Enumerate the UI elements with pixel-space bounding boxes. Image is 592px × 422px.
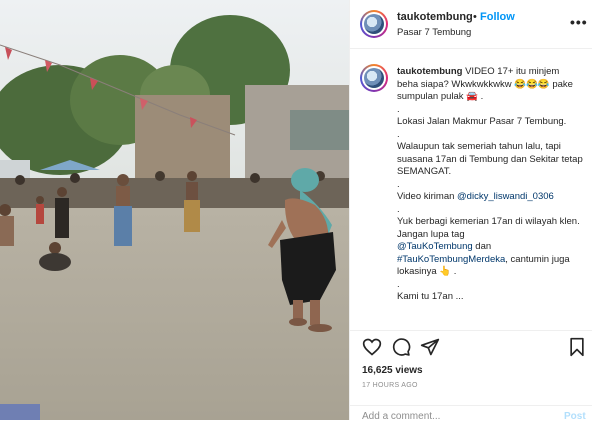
caption-dot: . bbox=[397, 178, 400, 190]
post-video[interactable] bbox=[0, 0, 349, 420]
caption-text: taukotembung VIDEO 17+ itu minjem beha s… bbox=[397, 66, 583, 304]
post-actions: 16,625 views 17 HOURS AGO Add a comment.… bbox=[350, 330, 592, 422]
hashtag-link[interactable]: #TauKoTembungMerdeka bbox=[397, 254, 505, 265]
caption-dot: . bbox=[397, 278, 400, 290]
share-icon[interactable] bbox=[420, 337, 440, 357]
caption-dot: . bbox=[397, 128, 400, 140]
post-comment-button[interactable]: Post bbox=[564, 411, 586, 422]
comment-input[interactable]: Add a comment... bbox=[362, 411, 440, 422]
header-username[interactable]: taukotembung bbox=[397, 11, 473, 23]
bookmark-icon[interactable] bbox=[567, 337, 587, 357]
caption-username[interactable]: taukotembung bbox=[397, 66, 462, 77]
caption-line-4: Video kiriman bbox=[397, 191, 458, 202]
heart-icon[interactable] bbox=[362, 337, 382, 357]
caption-dot: . bbox=[397, 203, 400, 215]
mention-link[interactable]: @dicky_liswandi_0306 bbox=[457, 191, 554, 202]
comment-bar: Add a comment... Post bbox=[350, 405, 592, 422]
view-count[interactable]: 16,625 views bbox=[362, 365, 423, 376]
caption-line-5: Yuk berbagi kemerian 17an di wilayah kle… bbox=[397, 216, 580, 240]
comment-icon[interactable] bbox=[391, 337, 411, 357]
location-link[interactable]: Pasar 7 Tembung bbox=[397, 27, 471, 38]
separator-dot: • bbox=[473, 11, 477, 23]
caption-avatar-icon[interactable] bbox=[360, 64, 388, 92]
profile-avatar-icon[interactable] bbox=[360, 10, 388, 38]
caption-and: dan bbox=[472, 241, 492, 252]
caption-line-2: Lokasi Jalan Makmur Pasar 7 Tembung. bbox=[397, 116, 567, 127]
caption-line-7: Kami tu 17an ... bbox=[397, 291, 464, 302]
post-timestamp: 17 HOURS AGO bbox=[362, 382, 418, 389]
caption-dot: . bbox=[397, 103, 400, 115]
follow-button[interactable]: Follow bbox=[480, 11, 515, 23]
more-options-icon[interactable]: ••• bbox=[570, 14, 588, 30]
mention-link[interactable]: @TauKoTembung bbox=[397, 241, 473, 252]
caption-line-3: Walaupun tak semeriah tahun lalu, tapi s… bbox=[397, 141, 583, 177]
caption-section: taukotembung VIDEO 17+ itu minjem beha s… bbox=[350, 48, 592, 330]
video-frame-scene bbox=[0, 0, 349, 420]
post-detail-panel: taukotembung • Follow Pasar 7 Tembung ••… bbox=[349, 0, 592, 422]
post-header: taukotembung • Follow Pasar 7 Tembung ••… bbox=[350, 0, 592, 49]
